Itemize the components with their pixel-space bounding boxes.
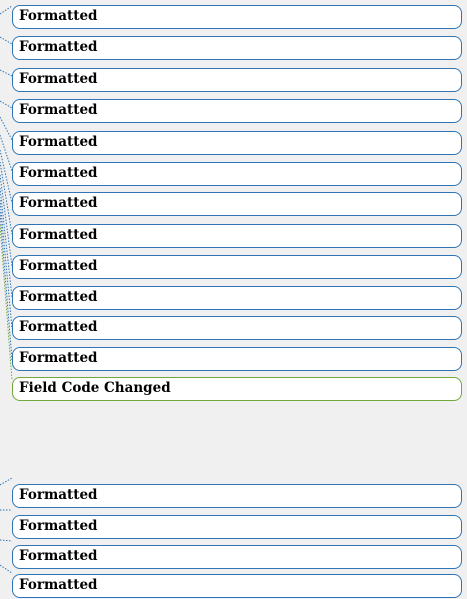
formatted-balloon[interactable]: Formatted bbox=[12, 224, 462, 248]
balloon-label: Field Code Changed bbox=[19, 380, 171, 397]
balloon-label: Formatted bbox=[19, 258, 98, 275]
formatted-balloon[interactable]: Formatted bbox=[12, 545, 462, 569]
formatted-balloon[interactable]: Formatted bbox=[12, 162, 462, 186]
balloon-label: Formatted bbox=[19, 39, 98, 56]
balloon-label: Formatted bbox=[19, 548, 98, 565]
formatted-balloon[interactable]: Formatted bbox=[12, 286, 462, 310]
formatted-balloon[interactable]: Formatted bbox=[12, 316, 462, 340]
formatted-balloon[interactable]: Formatted bbox=[12, 99, 462, 123]
balloon-label: Formatted bbox=[19, 8, 98, 25]
balloon-label: Formatted bbox=[19, 195, 98, 212]
balloon-label: Formatted bbox=[19, 71, 98, 88]
formatted-balloon[interactable]: Formatted bbox=[12, 574, 462, 598]
formatted-balloon[interactable]: Formatted bbox=[12, 347, 462, 371]
balloon-label: Formatted bbox=[19, 518, 98, 535]
balloon-label: Formatted bbox=[19, 289, 98, 306]
balloon-label: Formatted bbox=[19, 487, 98, 504]
balloon-label: Formatted bbox=[19, 134, 98, 151]
balloon-label: Formatted bbox=[19, 350, 98, 367]
formatted-balloon[interactable]: Formatted bbox=[12, 192, 462, 216]
formatted-balloon[interactable]: Formatted bbox=[12, 68, 462, 92]
formatted-balloon[interactable]: Formatted bbox=[12, 5, 462, 29]
formatted-balloon[interactable]: Formatted bbox=[12, 36, 462, 60]
formatted-balloon[interactable]: Formatted bbox=[12, 484, 462, 508]
formatted-balloon[interactable]: Formatted bbox=[12, 515, 462, 539]
balloon-label: Formatted bbox=[19, 227, 98, 244]
field-code-changed-balloon[interactable]: Field Code Changed bbox=[12, 377, 462, 401]
balloon-label: Formatted bbox=[19, 102, 98, 119]
balloon-label: Formatted bbox=[19, 577, 98, 594]
markup-balloon-pane: Formatted Formatted Formatted Formatted … bbox=[0, 0, 467, 599]
formatted-balloon[interactable]: Formatted bbox=[12, 255, 462, 279]
formatted-balloon[interactable]: Formatted bbox=[12, 131, 462, 155]
balloon-label: Formatted bbox=[19, 319, 98, 336]
balloon-label: Formatted bbox=[19, 165, 98, 182]
